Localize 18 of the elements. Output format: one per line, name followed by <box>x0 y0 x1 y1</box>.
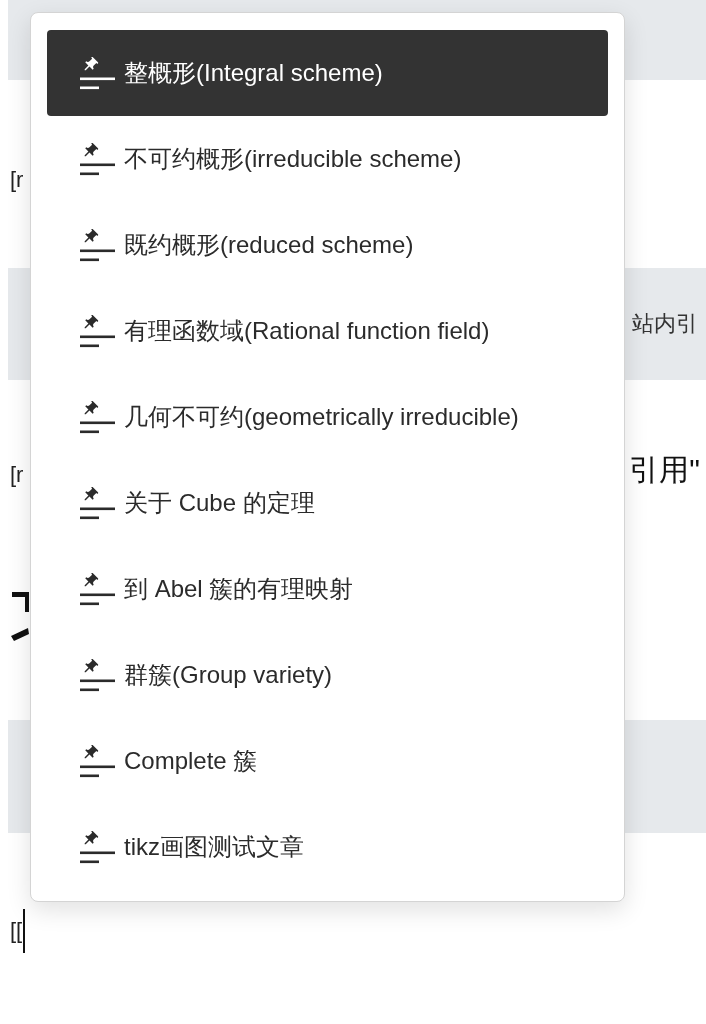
pin-lines-icon <box>80 56 115 90</box>
paragraph-text: [r <box>10 461 24 489</box>
pin-lines-icon <box>80 228 115 262</box>
pin-lines-icon <box>80 744 115 778</box>
paragraph-text: [r <box>10 166 24 194</box>
pin-lines-icon <box>80 142 115 176</box>
pin-lines-icon <box>80 658 115 692</box>
pin-lines-icon <box>80 572 115 606</box>
heading-fragment-drawing <box>10 590 30 642</box>
pin-lines-icon <box>80 314 115 348</box>
pin-lines-icon <box>80 486 115 520</box>
text-cursor <box>23 909 26 953</box>
editor-text: [[ <box>10 917 23 945</box>
menu-item[interactable]: 整概形(Integral scheme) <box>47 30 608 116</box>
pin-lines-icon <box>80 830 115 864</box>
pin-lines-icon <box>80 400 115 434</box>
paragraph-text: 引用" <box>629 452 700 488</box>
paragraph-text: 站内引 <box>632 310 698 338</box>
